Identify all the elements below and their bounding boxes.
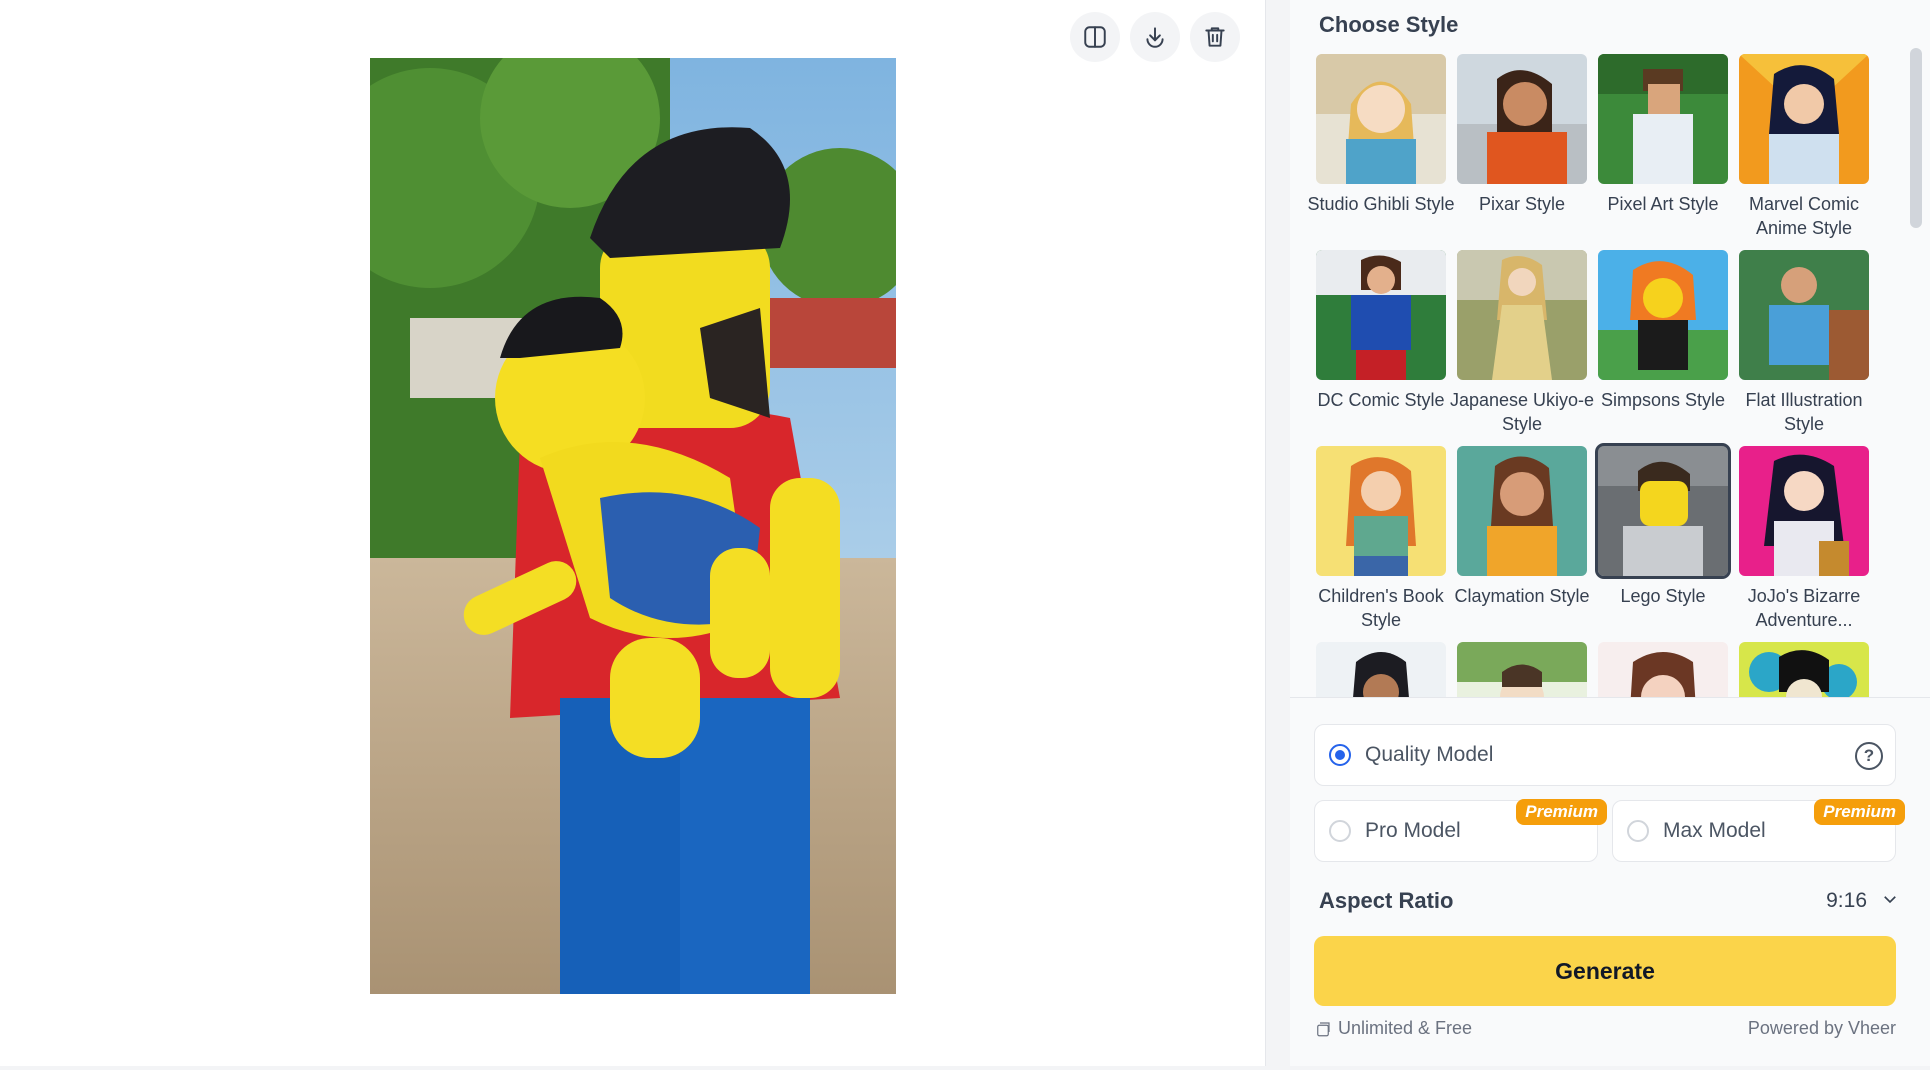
style-list-scrollbar[interactable]: [1910, 48, 1922, 228]
style-thumbnail: [1598, 54, 1728, 184]
generated-image: [370, 58, 896, 994]
style-card-dc-comic[interactable]: DC Comic Style: [1316, 250, 1446, 446]
style-card-flat-illustration[interactable]: Flat Illustration Style: [1739, 250, 1869, 446]
compare-button[interactable]: [1070, 12, 1120, 62]
style-card-marvel-comic-anime[interactable]: Marvel Comic Anime Style: [1739, 54, 1869, 250]
style-thumbnail: [1457, 250, 1587, 380]
quality-model-radio[interactable]: [1329, 744, 1351, 766]
style-thumbnail: [1739, 642, 1869, 697]
panel-footer: Unlimited & Free Powered by Vheer: [1314, 1018, 1896, 1039]
style-grid: Studio Ghibli Style Pixar Style Pixel Ar…: [1307, 54, 1869, 697]
style-thumbnail-selected: [1595, 443, 1731, 579]
trash-icon: [1205, 27, 1225, 47]
style-card-pixel-art[interactable]: Pixel Art Style: [1598, 54, 1728, 250]
style-thumbnail: [1457, 54, 1587, 184]
lego-father-baby-image: [370, 58, 896, 994]
premium-badge: Premium: [1516, 799, 1607, 825]
aspect-ratio-row: Aspect Ratio 9:16: [1319, 884, 1899, 918]
help-icon[interactable]: ?: [1855, 742, 1883, 770]
generate-button[interactable]: Generate: [1314, 936, 1896, 1006]
style-card-partial-2[interactable]: [1457, 642, 1587, 697]
style-thumbnail: [1739, 54, 1869, 184]
style-card-childrens-book[interactable]: Children's Book Style: [1316, 446, 1446, 642]
split-compare-icon: [1084, 26, 1106, 48]
style-thumbnail: [1598, 642, 1728, 697]
preview-stage: [0, 0, 1266, 1066]
quality-model-option[interactable]: Quality Model ?: [1314, 724, 1896, 786]
download-icon: [1146, 27, 1164, 48]
style-thumbnail: [1457, 642, 1587, 697]
style-thumbnail: [1739, 250, 1869, 380]
powered-by-label: Powered by Vheer: [1747, 1018, 1896, 1038]
style-thumbnail: [1316, 446, 1446, 576]
stack-icon: [1317, 1021, 1330, 1036]
delete-button[interactable]: [1190, 12, 1240, 62]
pro-model-option[interactable]: Pro Model Premium: [1314, 799, 1607, 862]
aspect-ratio-select[interactable]: 9:16: [1826, 889, 1899, 913]
style-card-pixar[interactable]: Pixar Style: [1457, 54, 1587, 250]
download-button[interactable]: [1130, 12, 1180, 62]
image-toolbar: [1070, 12, 1240, 62]
style-thumbnail: [1739, 446, 1869, 576]
style-card-lego[interactable]: Lego Style: [1595, 443, 1731, 642]
aspect-ratio-title: Aspect Ratio: [1319, 888, 1454, 913]
style-list[interactable]: Studio Ghibli Style Pixar Style Pixel Ar…: [1290, 48, 1930, 698]
style-card-partial-1[interactable]: [1316, 642, 1446, 697]
style-thumbnail: [1316, 54, 1446, 184]
aspect-ratio-value: 9:16: [1826, 889, 1867, 912]
style-card-partial-4[interactable]: [1739, 642, 1869, 697]
style-card-partial-3[interactable]: [1598, 642, 1728, 697]
style-card-japanese-ukiyo-e[interactable]: Japanese Ukiyo-e Style: [1450, 250, 1594, 446]
chevron-down-icon: [1881, 890, 1899, 913]
style-panel: Choose Style Studio Ghibli Style Pixar S…: [1290, 0, 1930, 1066]
unlimited-free-label: Unlimited & Free: [1338, 1018, 1473, 1038]
choose-style-title: Choose Style: [1319, 12, 1459, 37]
style-thumbnail: [1316, 642, 1446, 697]
style-thumbnail: [1598, 250, 1728, 380]
style-thumbnail: [1316, 250, 1446, 380]
style-thumbnail: [1457, 446, 1587, 576]
max-model-option[interactable]: Max Model Premium: [1612, 799, 1905, 862]
pro-model-radio[interactable]: [1329, 820, 1351, 842]
style-card-simpsons[interactable]: Simpsons Style: [1598, 250, 1728, 446]
style-card-claymation[interactable]: Claymation Style: [1454, 446, 1590, 642]
style-card-jojos-bizarre-adventure[interactable]: JoJo's Bizarre Adventure...: [1739, 446, 1869, 642]
max-model-radio[interactable]: [1627, 820, 1649, 842]
style-card-studio-ghibli[interactable]: Studio Ghibli Style: [1307, 54, 1455, 250]
premium-badge: Premium: [1814, 799, 1905, 825]
